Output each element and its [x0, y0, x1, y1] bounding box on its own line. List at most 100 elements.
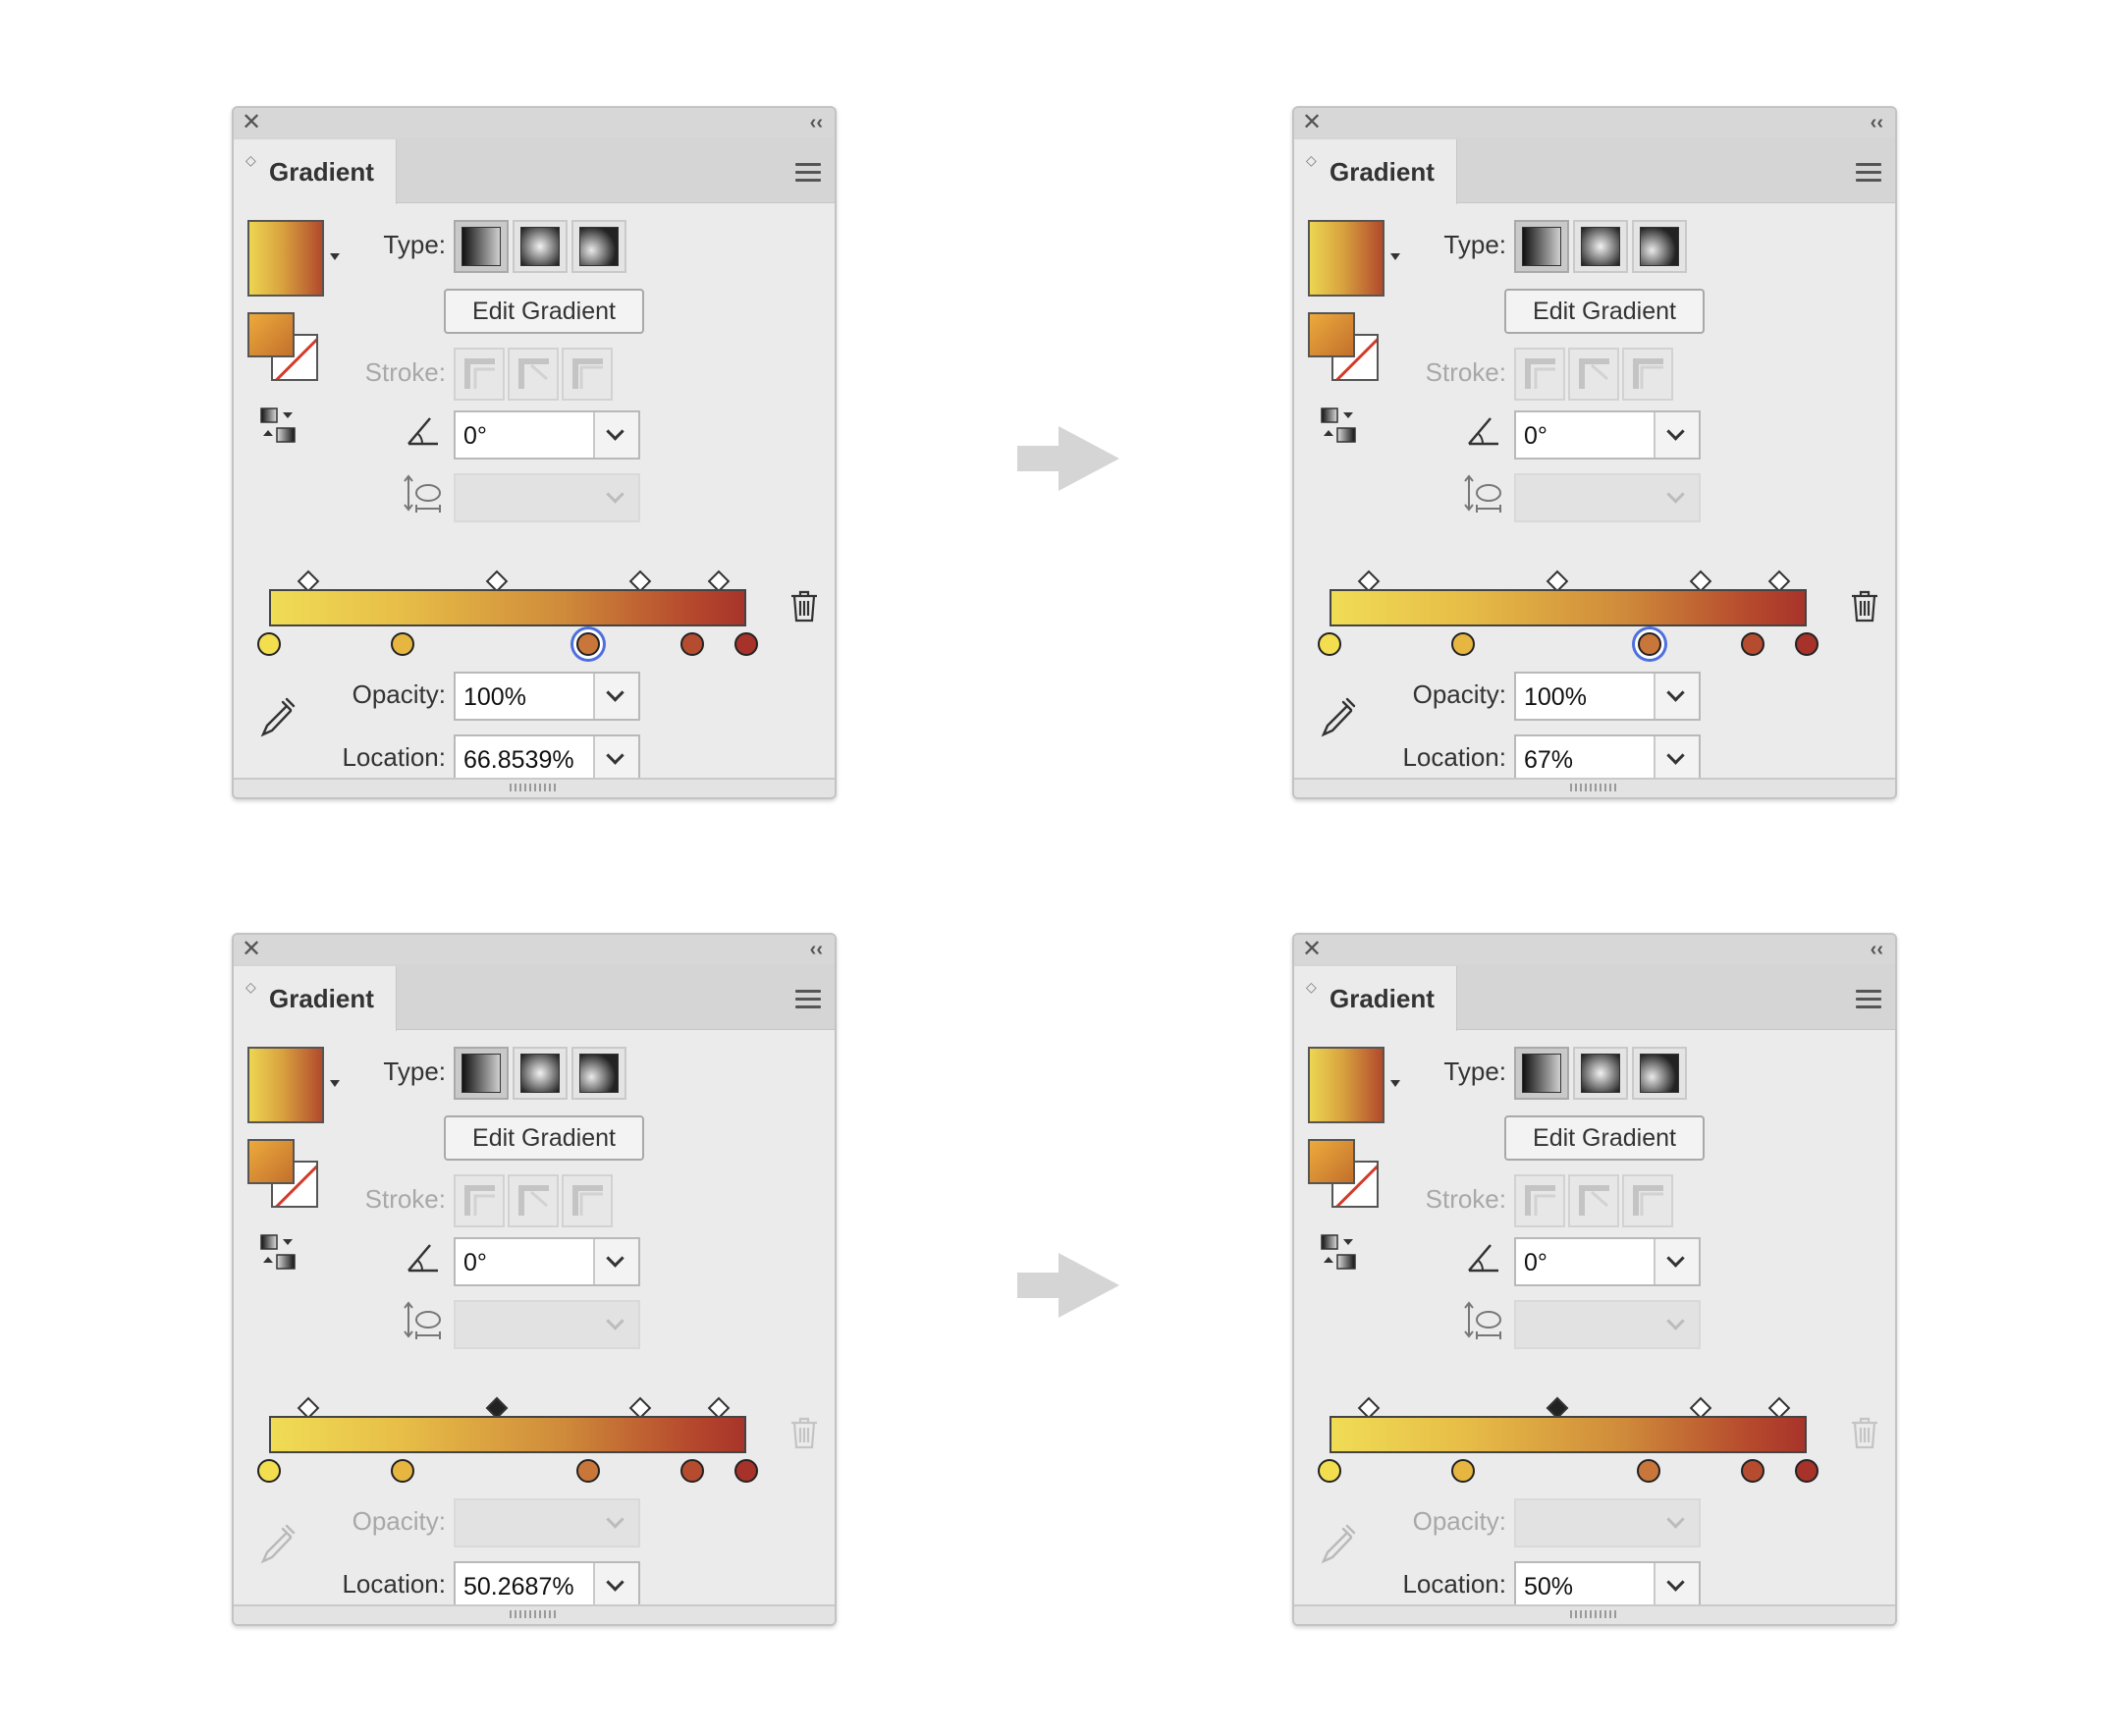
resize-strip[interactable]: [1294, 778, 1895, 797]
color-stop[interactable]: [1318, 1459, 1341, 1483]
fill-swatch[interactable]: [1308, 1139, 1355, 1184]
aspect-ratio-combo[interactable]: [1514, 1300, 1701, 1349]
collapse-icon[interactable]: ‹‹: [810, 937, 823, 962]
angle-value[interactable]: 0°: [463, 422, 487, 451]
delete-stop-icon[interactable]: [1850, 589, 1879, 623]
color-stop[interactable]: [575, 632, 600, 656]
chevron-down-icon[interactable]: [1654, 736, 1699, 782]
gradient-ramp[interactable]: [269, 1416, 746, 1453]
delete-stop-icon[interactable]: [789, 589, 819, 623]
chevron-down-icon[interactable]: [593, 1563, 638, 1608]
eyedropper-icon[interactable]: [1318, 1520, 1359, 1565]
color-stop[interactable]: [1795, 632, 1818, 656]
stroke-along-button[interactable]: [1568, 1174, 1619, 1227]
angle-value[interactable]: 0°: [463, 1249, 487, 1277]
stroke-across-button[interactable]: [1622, 1174, 1673, 1227]
resize-grip-icon[interactable]: [510, 784, 559, 791]
stroke-across-button[interactable]: [1622, 348, 1673, 401]
angle-combo[interactable]: 0°: [1514, 1237, 1701, 1286]
chevron-down-icon[interactable]: [593, 1239, 638, 1284]
color-stop[interactable]: [391, 1459, 415, 1483]
fill-stroke-swatch[interactable]: [1308, 312, 1379, 383]
color-stop[interactable]: [1636, 1459, 1660, 1483]
tab-gradient[interactable]: ◇ Gradient: [1294, 966, 1457, 1031]
fill-swatch[interactable]: [1308, 312, 1355, 357]
angle-combo[interactable]: 0°: [454, 410, 640, 460]
location-value[interactable]: 66.8539%: [463, 746, 574, 775]
color-stop[interactable]: [257, 632, 281, 656]
chevron-down-icon[interactable]: [1654, 1239, 1699, 1284]
panel-menu-icon[interactable]: [1856, 990, 1881, 1013]
resize-grip-icon[interactable]: [1570, 1610, 1619, 1618]
edit-gradient-button[interactable]: Edit Gradient: [444, 289, 644, 334]
aspect-ratio-combo[interactable]: [454, 473, 640, 522]
radial-gradient-button[interactable]: [513, 1047, 568, 1100]
opacity-value[interactable]: 100%: [1524, 683, 1587, 712]
location-value[interactable]: 50.2687%: [463, 1573, 574, 1601]
location-combo[interactable]: 50.2687%: [454, 1561, 640, 1610]
stroke-along-button[interactable]: [508, 1174, 559, 1227]
stroke-within-button[interactable]: [454, 348, 505, 401]
reverse-gradient-icon[interactable]: [1320, 407, 1361, 446]
reverse-gradient-icon[interactable]: [259, 1233, 300, 1273]
freeform-gradient-button[interactable]: [1632, 220, 1687, 273]
stroke-along-button[interactable]: [508, 348, 559, 401]
panel-menu-icon[interactable]: [1856, 163, 1881, 187]
color-stop[interactable]: [257, 1459, 281, 1483]
linear-gradient-button[interactable]: [454, 220, 509, 273]
fill-stroke-swatch[interactable]: [247, 1139, 318, 1210]
collapse-icon[interactable]: ‹‹: [1871, 110, 1883, 136]
location-combo[interactable]: 67%: [1514, 734, 1701, 784]
gradient-swatch[interactable]: [247, 1047, 324, 1123]
aspect-ratio-combo[interactable]: [454, 1300, 640, 1349]
collapse-icon[interactable]: ‹‹: [810, 110, 823, 136]
gradient-slider[interactable]: [257, 1396, 758, 1494]
color-stop[interactable]: [734, 632, 758, 656]
fill-stroke-swatch[interactable]: [1308, 1139, 1379, 1210]
collapse-icon[interactable]: ‹‹: [1871, 937, 1883, 962]
panel-menu-icon[interactable]: [795, 990, 821, 1013]
freeform-gradient-button[interactable]: [1632, 1047, 1687, 1100]
stroke-within-button[interactable]: [454, 1174, 505, 1227]
panel-titlebar[interactable]: ✕ ‹‹: [234, 108, 835, 137]
opacity-combo[interactable]: 100%: [1514, 672, 1701, 721]
eyedropper-icon[interactable]: [257, 1520, 299, 1565]
panel-titlebar[interactable]: ✕ ‹‹: [1294, 935, 1895, 964]
opacity-combo[interactable]: 100%: [454, 672, 640, 721]
angle-value[interactable]: 0°: [1524, 422, 1547, 451]
gradient-slider[interactable]: [257, 570, 758, 668]
tab-gradient[interactable]: ◇ Gradient: [1294, 139, 1457, 204]
linear-gradient-button[interactable]: [1514, 220, 1569, 273]
reverse-gradient-icon[interactable]: [1320, 1233, 1361, 1273]
angle-combo[interactable]: 0°: [1514, 410, 1701, 460]
edit-gradient-button[interactable]: Edit Gradient: [444, 1115, 644, 1161]
opacity-combo[interactable]: [454, 1498, 640, 1547]
gradient-slider[interactable]: [1318, 1396, 1818, 1494]
linear-gradient-button[interactable]: [454, 1047, 509, 1100]
location-value[interactable]: 67%: [1524, 746, 1573, 775]
reverse-gradient-icon[interactable]: [259, 407, 300, 446]
color-stop[interactable]: [1795, 1459, 1818, 1483]
freeform-gradient-button[interactable]: [571, 1047, 626, 1100]
resize-grip-icon[interactable]: [510, 1610, 559, 1618]
resize-strip[interactable]: [1294, 1604, 1895, 1624]
tab-gradient[interactable]: ◇ Gradient: [234, 139, 397, 204]
delete-stop-icon[interactable]: [1850, 1416, 1879, 1449]
color-stop[interactable]: [680, 1459, 705, 1483]
aspect-ratio-combo[interactable]: [1514, 473, 1701, 522]
delete-stop-icon[interactable]: [789, 1416, 819, 1449]
tab-gradient[interactable]: ◇ Gradient: [234, 966, 397, 1031]
color-stop[interactable]: [1451, 632, 1476, 656]
color-stop[interactable]: [1637, 632, 1661, 656]
close-icon[interactable]: ✕: [242, 110, 261, 136]
resize-strip[interactable]: [234, 1604, 835, 1624]
gradient-swatch[interactable]: [247, 220, 324, 297]
stroke-within-button[interactable]: [1514, 348, 1565, 401]
resize-grip-icon[interactable]: [1570, 784, 1619, 791]
gradient-slider[interactable]: [1318, 570, 1818, 668]
color-stop[interactable]: [575, 1459, 600, 1483]
close-icon[interactable]: ✕: [1302, 937, 1322, 962]
color-stop[interactable]: [1451, 1459, 1476, 1483]
fill-swatch[interactable]: [247, 312, 295, 357]
edit-gradient-button[interactable]: Edit Gradient: [1504, 1115, 1705, 1161]
